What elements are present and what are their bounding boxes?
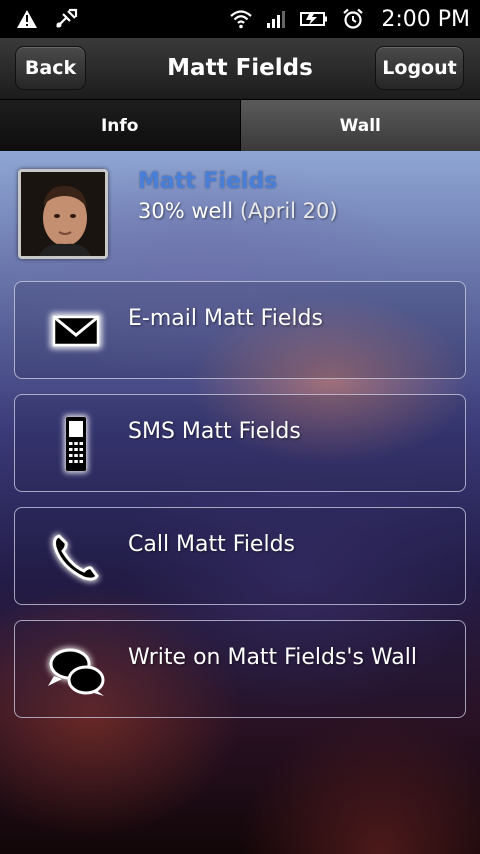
avatar [18, 169, 108, 259]
wall-action[interactable]: Write on Matt Fields's Wall [14, 620, 466, 718]
back-button[interactable]: Back [15, 46, 86, 90]
battery-icon [299, 9, 329, 29]
status-date: (April 20) [239, 199, 338, 223]
sms-action[interactable]: SMS Matt Fields [14, 394, 466, 492]
wifi-icon [229, 9, 253, 29]
alarm-icon [342, 8, 364, 30]
email-action[interactable]: E-mail Matt Fields [14, 281, 466, 379]
logout-button[interactable]: Logout [375, 46, 464, 90]
wall-label: Write on Matt Fields's Wall [128, 645, 417, 670]
phone-handset-icon [41, 522, 111, 592]
mobile-phone-icon [41, 409, 111, 479]
page-title: Matt Fields [167, 55, 313, 81]
warning-icon [16, 9, 38, 29]
call-action[interactable]: Call Matt Fields [14, 507, 466, 605]
email-label: E-mail Matt Fields [128, 306, 323, 331]
sms-label: SMS Matt Fields [128, 419, 301, 444]
call-label: Call Matt Fields [128, 532, 296, 557]
envelope-icon [41, 296, 111, 366]
tab-wall[interactable]: Wall [240, 100, 480, 151]
usb-debug-icon [54, 8, 78, 30]
profile-status: 30% well (April 20) [138, 199, 338, 223]
chat-bubbles-icon [41, 635, 111, 705]
status-bar: 2:00 PM [0, 0, 480, 38]
tab-info[interactable]: Info [0, 100, 241, 151]
profile-name: Matt Fields [138, 169, 278, 194]
signal-icon [266, 9, 286, 29]
status-time: 2:00 PM [381, 6, 470, 32]
tab-bar: Info Wall [0, 100, 480, 151]
title-bar: Back Matt Fields Logout [0, 38, 480, 100]
status-text: 30% well [138, 199, 234, 223]
profile-content: Matt Fields 30% well (April 20) E-mail M… [0, 151, 480, 854]
